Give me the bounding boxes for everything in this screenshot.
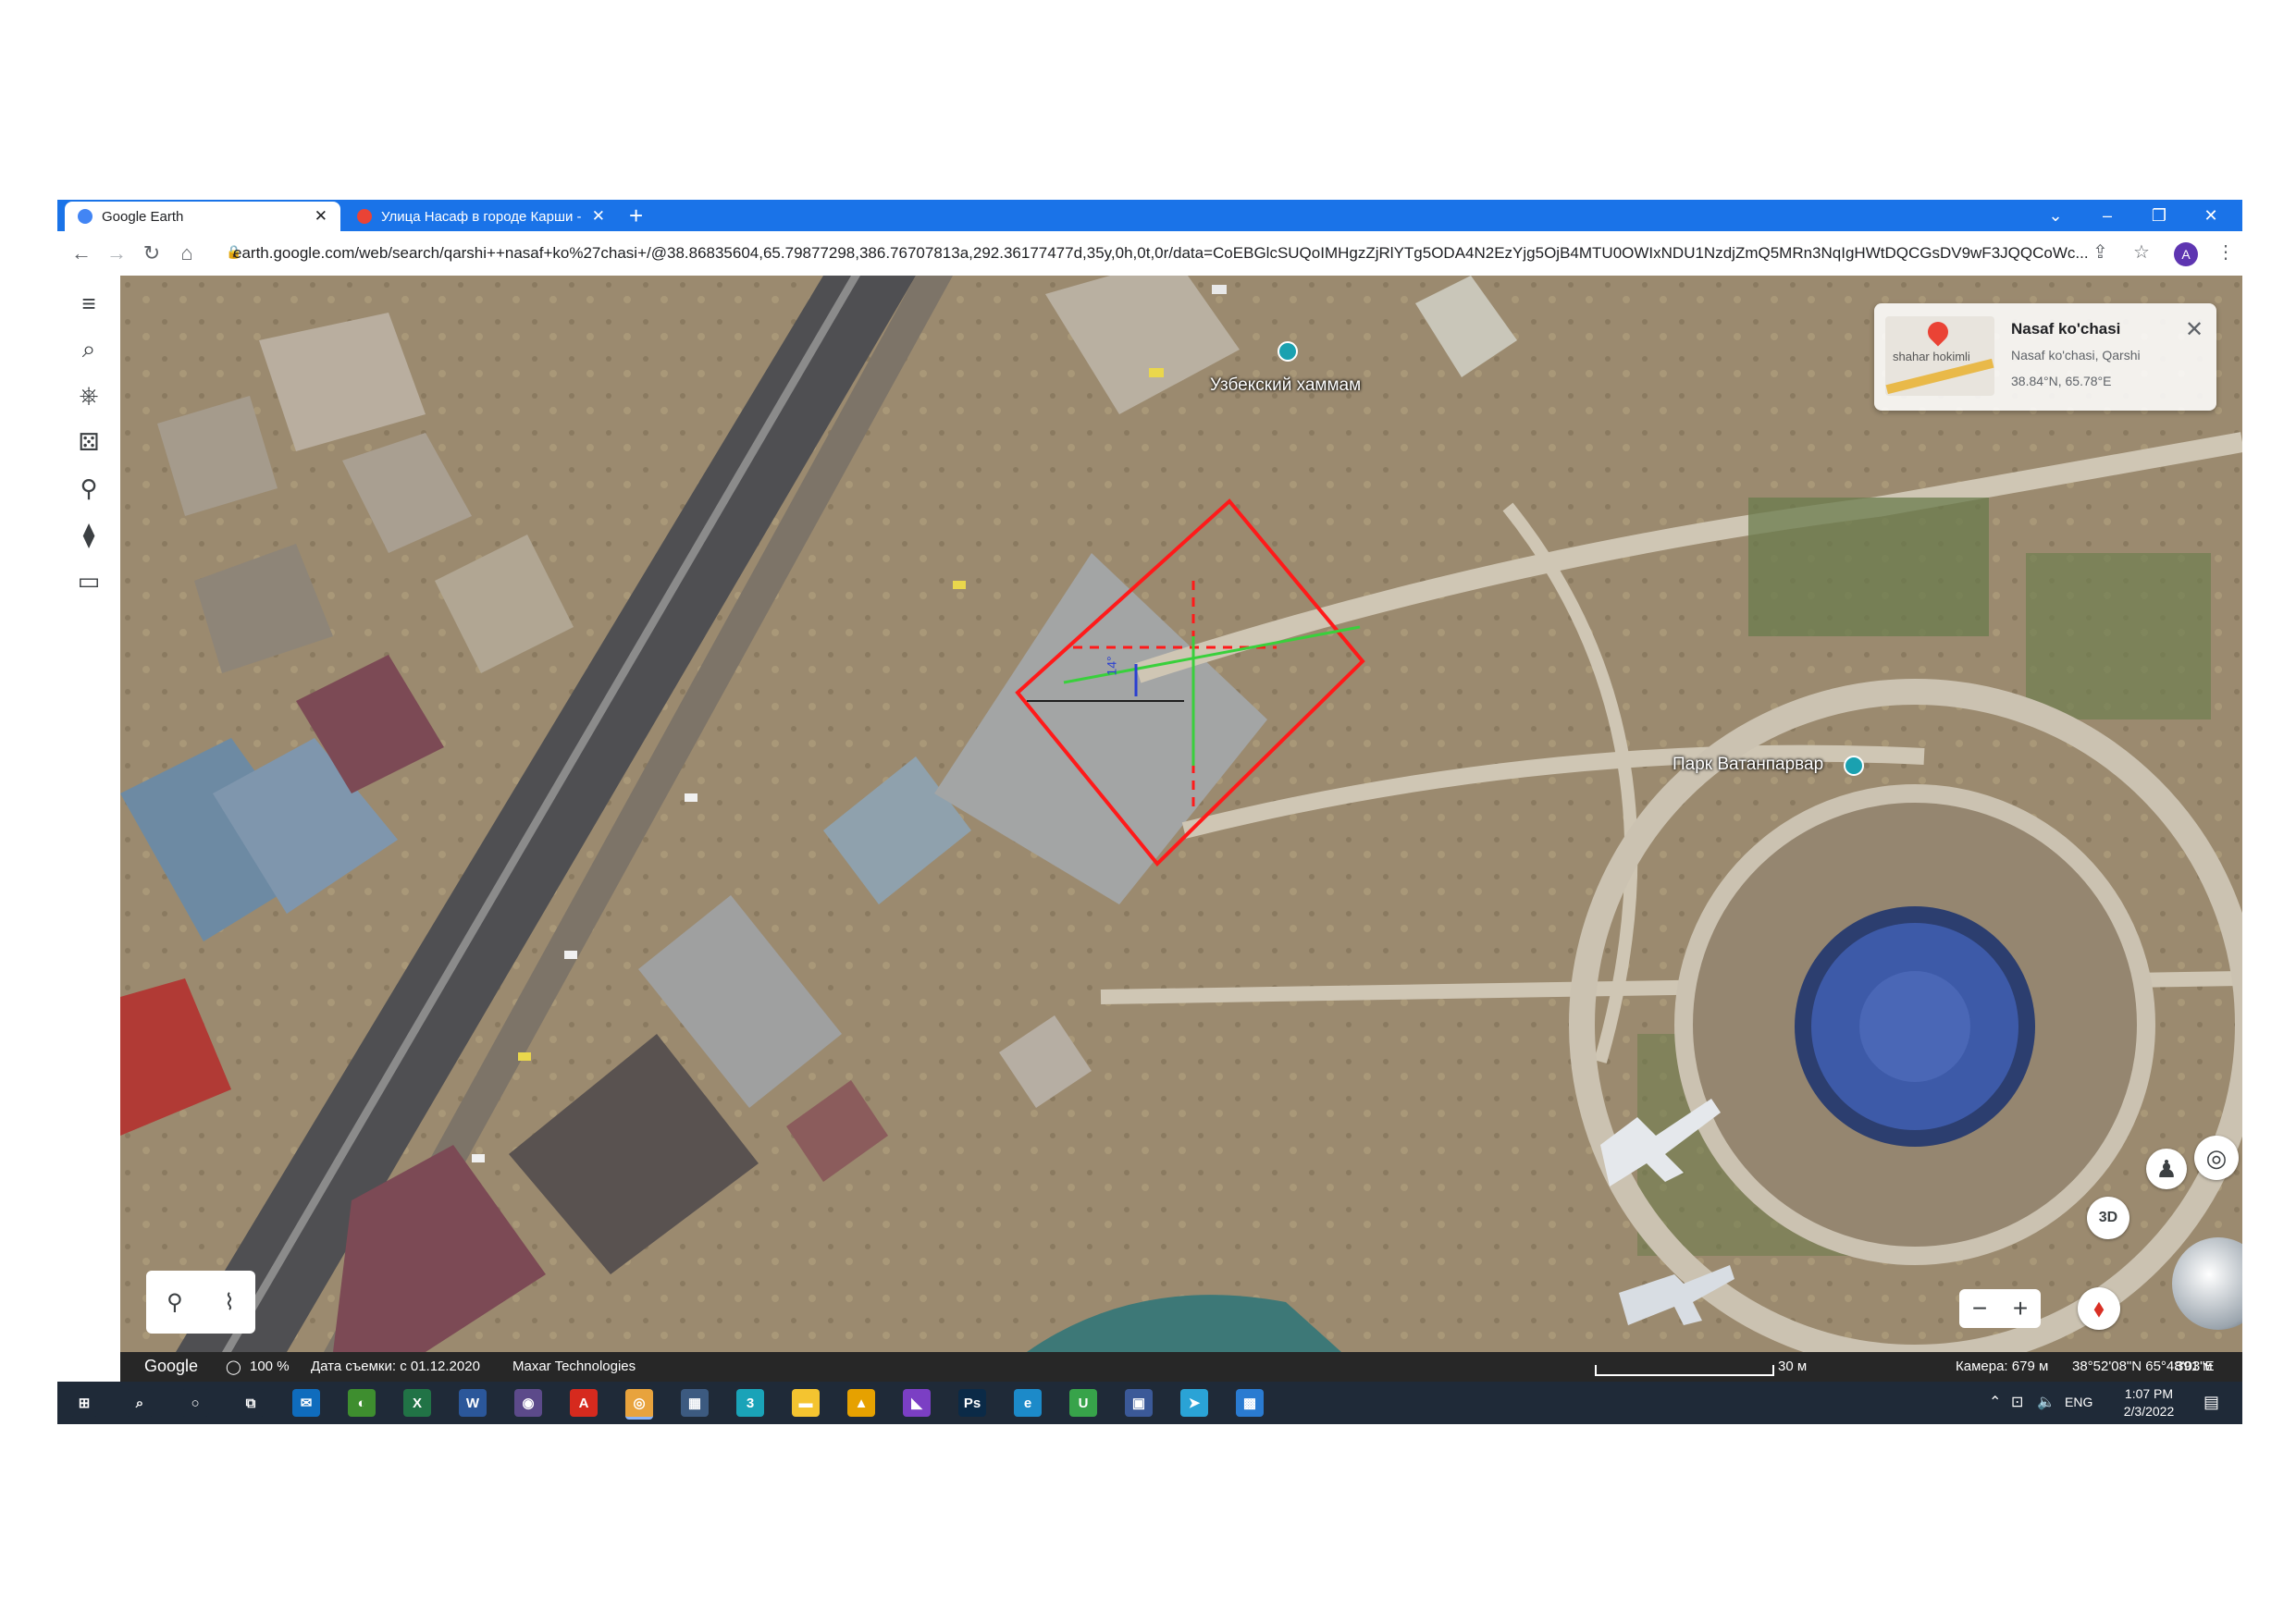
map-pin-icon	[1923, 317, 1953, 347]
word-icon[interactable]: W	[459, 1389, 487, 1417]
zoom-in-button[interactable]: +	[2013, 1294, 2028, 1323]
app-3-icon[interactable]: 3	[736, 1389, 764, 1417]
tab-title: Google Earth	[102, 208, 184, 225]
input-language[interactable]: ENG	[2065, 1395, 2092, 1409]
capture-date: Дата съемки: с 01.12.2020	[311, 1359, 480, 1374]
clock-time: 1:07 PM	[2124, 1386, 2174, 1401]
file-explorer-icon[interactable]: ▬	[792, 1389, 820, 1417]
app-orb-icon[interactable]: ◉	[514, 1389, 542, 1417]
close-tab-icon[interactable]: ✕	[315, 207, 327, 226]
photos-icon[interactable]: ▩	[1236, 1389, 1264, 1417]
cursor-elevation: 391 м	[2176, 1359, 2213, 1374]
save-icon[interactable]: ▣	[1125, 1389, 1153, 1417]
close-tab-icon[interactable]: ✕	[592, 207, 605, 226]
tab-strip: Google Earth ✕ Улица Насаф в городе Карш…	[57, 200, 2242, 231]
autocad-icon[interactable]: ▲	[847, 1389, 875, 1417]
map-style-icon[interactable]: ⧫	[70, 516, 107, 553]
edge-icon[interactable]: e	[1014, 1389, 1042, 1417]
place-coordinates: 38.84°N, 65.78°E	[2011, 374, 2112, 388]
satellite-map[interactable]: Узбекский хаммам Парк Ватанпарвар 14° sh…	[120, 276, 2242, 1352]
measure-icon[interactable]: ▭	[70, 562, 107, 599]
thumbnail-text: shahar hokimli	[1893, 350, 1970, 363]
park-label[interactable]: Парк Ватанпарвар	[1673, 755, 1823, 775]
draw-path-icon[interactable]: ⌇	[224, 1289, 235, 1316]
acrobat-icon[interactable]: A	[570, 1389, 598, 1417]
pegman-icon[interactable]: ♟	[2146, 1149, 2187, 1189]
scale-bar	[1595, 1365, 1774, 1376]
visual-studio-icon[interactable]: ◣	[903, 1389, 931, 1417]
place-thumbnail[interactable]: shahar hokimli	[1885, 316, 1994, 396]
screen: Google Earth ✕ Улица Насаф в городе Карш…	[57, 200, 2242, 1424]
app-green-icon[interactable]: ◐	[348, 1389, 376, 1417]
calculator-icon[interactable]: ▦	[681, 1389, 709, 1417]
reload-button[interactable]: ↻	[137, 239, 167, 268]
new-tab-button[interactable]: +	[629, 202, 643, 229]
search-icon[interactable]: ⌕	[70, 331, 107, 368]
add-place-toolbar: ⚲ ⌇	[146, 1271, 255, 1334]
network-icon[interactable]: ⊡	[2011, 1393, 2023, 1411]
more-menu-icon[interactable]: ⋮	[2216, 240, 2235, 264]
browser-toolbar: ← → ↻ ⌂ 🔒 earth.google.com/web/search/qa…	[57, 231, 2242, 277]
minimize-button[interactable]: –	[2081, 200, 2133, 231]
bookmark-star-icon[interactable]: ☆	[2133, 240, 2150, 264]
clock-date: 2/3/2022	[2123, 1404, 2175, 1419]
place-info-card[interactable]: shahar hokimli Nasaf ko'chasi Nasaf ko'c…	[1874, 303, 2216, 411]
chrome-icon[interactable]: ◎	[625, 1389, 653, 1420]
feeling-lucky-icon[interactable]: ⚄	[70, 424, 107, 461]
google-logo: Google	[144, 1357, 199, 1375]
place-address: Nasaf ko'chasi, Qarshi	[2011, 348, 2141, 363]
compass-icon[interactable]: ⬧	[2078, 1287, 2120, 1330]
share-icon[interactable]: ⇪	[2092, 240, 2108, 264]
status-bar: Google ◯ 100 % Дата съемки: с 01.12.2020…	[120, 1352, 2242, 1382]
hammam-label[interactable]: Узбекский хаммам	[1210, 375, 1361, 396]
angle-label: 14°	[1104, 656, 1119, 676]
maps-pin-favicon-icon	[357, 209, 372, 224]
satellite-imagery	[120, 276, 2242, 1352]
close-icon[interactable]: ✕	[2185, 316, 2203, 343]
system-clock[interactable]: 1:07 PM 2/3/2022	[2117, 1385, 2181, 1420]
profile-avatar[interactable]: A	[2174, 242, 2198, 266]
notifications-icon[interactable]: ▤	[2203, 1393, 2219, 1412]
tab-nasaf-street[interactable]: Улица Насаф в городе Карши - ✕	[344, 202, 618, 231]
forward-button[interactable]: →	[102, 239, 131, 268]
windows-start-icon[interactable]: ⊞	[70, 1389, 98, 1417]
imagery-provider[interactable]: Maxar Technologies	[512, 1359, 636, 1374]
tab-title: Улица Насаф в городе Карши -	[381, 208, 582, 225]
google-earth-favicon-icon	[78, 209, 93, 224]
address-bar[interactable]: earth.google.com/web/search/qarshi++nasa…	[233, 240, 2102, 266]
loading-spinner-icon: ◯	[226, 1359, 241, 1375]
zoom-control: − +	[1959, 1289, 2041, 1328]
camera-altitude: Камера: 679 м	[1956, 1359, 2049, 1374]
hidden-icons-chevron-icon[interactable]: ⌃	[1989, 1393, 2001, 1411]
3d-toggle-button[interactable]: 3D	[2087, 1197, 2129, 1239]
restore-button[interactable]: ❐	[2133, 200, 2185, 231]
zoom-out-button[interactable]: −	[1972, 1294, 1987, 1323]
close-window-button[interactable]: ✕	[2185, 200, 2237, 231]
voyager-icon[interactable]: ⎈	[70, 377, 107, 414]
telegram-icon[interactable]: ➤	[1180, 1389, 1208, 1417]
taskbar-search-icon[interactable]: ⌕	[126, 1389, 154, 1417]
scale-label: 30 м	[1778, 1359, 1808, 1374]
back-button[interactable]: ←	[67, 239, 96, 268]
earth-sidebar: ≡ ⌕ ⎈ ⚄ ⚲ ⧫ ▭	[57, 276, 120, 1382]
projects-icon[interactable]: ⚲	[70, 470, 107, 507]
task-view-icon[interactable]: ⧉	[237, 1389, 265, 1417]
windows-taskbar: ⊞ ⌕ ○ ⧉ ✉ ◐ X W ◉ A ◎ ▦ 3 ▬ ▲ ◣ Ps e U ▣ ➤ ▩ ⌃ ⊡ 🔈 ENG 1:07 P…	[57, 1382, 2242, 1424]
volume-icon[interactable]: 🔈	[2037, 1393, 2055, 1411]
photoshop-icon[interactable]: Ps	[958, 1389, 986, 1417]
app-u-icon[interactable]: U	[1069, 1389, 1097, 1417]
tab-search-icon[interactable]: ⌄	[2030, 200, 2081, 231]
add-placemark-icon[interactable]: ⚲	[167, 1289, 183, 1316]
my-location-icon[interactable]: ◎	[2194, 1136, 2239, 1180]
loading-percent: 100 %	[250, 1359, 290, 1374]
home-button[interactable]: ⌂	[172, 239, 202, 268]
thumbnail-road	[1885, 358, 1994, 395]
menu-icon[interactable]: ≡	[70, 285, 107, 322]
tab-google-earth[interactable]: Google Earth ✕	[65, 202, 340, 231]
mail-icon[interactable]: ✉	[292, 1389, 320, 1417]
cortana-icon[interactable]: ○	[181, 1389, 209, 1417]
excel-icon[interactable]: X	[403, 1389, 431, 1417]
place-name: Nasaf ko'chasi	[2011, 320, 2121, 338]
